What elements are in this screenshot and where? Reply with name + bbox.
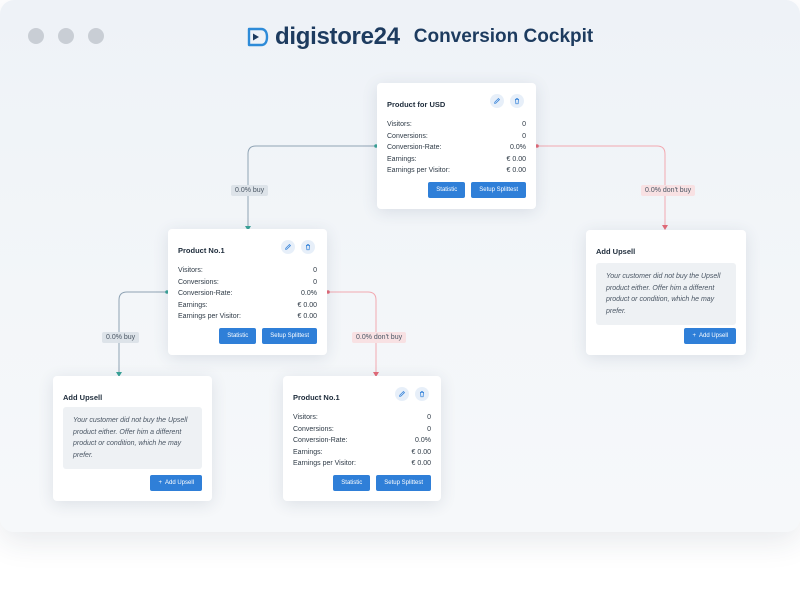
- stat-value: 0: [427, 414, 431, 421]
- card-actions: [395, 387, 429, 401]
- card-buttons: + Add Upsell: [684, 328, 736, 344]
- upsell-card-left: Add Upsell Your customer did not buy the…: [53, 376, 212, 501]
- statistic-button[interactable]: Statistic: [428, 182, 466, 198]
- statistic-button[interactable]: Statistic: [219, 328, 257, 344]
- stat-earnings: Earnings: € 0.00: [387, 154, 526, 166]
- browser-window: digistore24 Conversion Cockpit 0.0% buy …: [0, 0, 800, 532]
- stat-conversions: Conversions: 0: [387, 131, 526, 143]
- stats-list: Visitors: 0 Conversions: 0 Conversion-Rate…: [387, 119, 526, 177]
- stat-label: Earnings:: [387, 155, 417, 163]
- stat-value: € 0.00: [411, 448, 431, 456]
- stat-label: Earnings per Visitor:: [178, 313, 241, 321]
- delete-button[interactable]: [301, 240, 315, 254]
- stat-value: € 0.00: [506, 155, 526, 163]
- trash-icon: [306, 244, 310, 251]
- edit-button[interactable]: [281, 240, 295, 254]
- setup-splittest-button[interactable]: Setup Splittest: [471, 182, 526, 198]
- plus-icon: +: [692, 333, 696, 339]
- add-upsell-button[interactable]: + Add Upsell: [684, 328, 736, 344]
- pencil-icon: [494, 98, 500, 104]
- stat-label: Conversions:: [387, 132, 428, 140]
- card-buttons: Statistic Setup Splittest: [428, 182, 526, 198]
- stat-label: Conversions:: [293, 425, 334, 433]
- upsell-title: Add Upsell: [596, 247, 636, 256]
- stat-label: Visitors:: [293, 414, 318, 421]
- stat-value: 0.0%: [301, 290, 317, 298]
- pencil-icon: [285, 244, 291, 250]
- product-title: Product No.1: [178, 246, 225, 255]
- stat-value: 0: [313, 278, 317, 286]
- delete-button[interactable]: [415, 387, 429, 401]
- product-card-bottom: Product No.1 Visitors: 0 Conversions: 0 Co…: [283, 376, 441, 501]
- delete-button[interactable]: [510, 94, 524, 108]
- pencil-icon: [399, 391, 405, 397]
- stat-label: Conversions:: [178, 278, 219, 286]
- stat-value: 0: [522, 121, 526, 128]
- edit-button[interactable]: [490, 94, 504, 108]
- stat-label: Visitors:: [178, 267, 203, 274]
- upsell-message: Your customer did not buy the Upsell pro…: [63, 407, 202, 469]
- stat-value: 0.0%: [510, 144, 526, 152]
- stat-value: € 0.00: [411, 460, 431, 468]
- connector-label-buy: 0.0% buy: [102, 332, 140, 343]
- stat-label: Earnings per Visitor:: [387, 167, 450, 175]
- stat-visitors: Visitors: 0: [178, 265, 317, 277]
- stat-label: Earnings:: [178, 301, 208, 309]
- product-card-root: Product for USD Visitors: 0 Conversions: 0…: [377, 83, 536, 209]
- stat-conversion-rate: Conversion-Rate: 0.0%: [178, 288, 317, 300]
- add-upsell-label: Add Upsell: [164, 480, 194, 486]
- stat-value: 0.0%: [415, 437, 431, 445]
- stat-conversions: Conversions: 0: [293, 424, 431, 436]
- stat-earnings-per-visitor: Earnings per Visitor: € 0.00: [387, 165, 526, 177]
- stat-value: 0: [427, 425, 431, 433]
- card-actions: [490, 94, 524, 108]
- card-buttons: Statistic Setup Splittest: [333, 475, 431, 491]
- stat-earnings: Earnings: € 0.00: [178, 300, 317, 312]
- trash-icon: [515, 98, 519, 105]
- card-buttons: Statistic Setup Splittest: [219, 328, 317, 344]
- stat-visitors: Visitors: 0: [387, 119, 526, 131]
- upsell-message: Your customer did not buy the Upsell pro…: [596, 263, 736, 325]
- connector-label-dont-buy: 0.0% don't buy: [352, 332, 407, 343]
- stat-value: € 0.00: [506, 167, 526, 175]
- stat-label: Conversion-Rate:: [293, 437, 348, 445]
- stat-earnings: Earnings: € 0.00: [293, 447, 431, 459]
- stat-label: Conversion-Rate:: [387, 144, 442, 152]
- edit-button[interactable]: [395, 387, 409, 401]
- stat-label: Conversion-Rate:: [178, 290, 233, 298]
- add-upsell-button[interactable]: + Add Upsell: [150, 475, 202, 491]
- add-upsell-label: Add Upsell: [698, 333, 728, 339]
- connector-label-dont-buy: 0.0% don't buy: [641, 185, 696, 196]
- stat-value: 0: [313, 267, 317, 274]
- plus-icon: +: [158, 480, 162, 486]
- upsell-title: Add Upsell: [63, 393, 103, 402]
- stat-conversion-rate: Conversion-Rate: 0.0%: [293, 435, 431, 447]
- stat-value: € 0.00: [297, 313, 317, 321]
- stat-visitors: Visitors: 0: [293, 412, 431, 424]
- card-buttons: + Add Upsell: [150, 475, 202, 491]
- setup-splittest-button[interactable]: Setup Splittest: [376, 475, 431, 491]
- setup-splittest-button[interactable]: Setup Splittest: [262, 328, 317, 344]
- stat-earnings-per-visitor: Earnings per Visitor: € 0.00: [293, 458, 431, 470]
- card-actions: [281, 240, 315, 254]
- trash-icon: [420, 391, 424, 398]
- upsell-card-right: Add Upsell Your customer did not buy the…: [586, 230, 746, 355]
- stat-label: Visitors:: [387, 121, 412, 128]
- product-card-left: Product No.1 Visitors: 0 Conversions: 0 Co…: [168, 229, 327, 355]
- statistic-button[interactable]: Statistic: [333, 475, 371, 491]
- stats-list: Visitors: 0 Conversions: 0 Conversion-Rate…: [178, 265, 317, 323]
- stat-label: Earnings:: [293, 448, 323, 456]
- stat-label: Earnings per Visitor:: [293, 460, 356, 468]
- connector-label-buy: 0.0% buy: [231, 185, 269, 196]
- stat-conversion-rate: Conversion-Rate: 0.0%: [387, 142, 526, 154]
- stats-list: Visitors: 0 Conversions: 0 Conversion-Rate…: [293, 412, 431, 470]
- stat-earnings-per-visitor: Earnings per Visitor: € 0.00: [178, 311, 317, 323]
- product-title: Product for USD: [387, 100, 446, 109]
- product-title: Product No.1: [293, 393, 340, 402]
- stat-value: € 0.00: [297, 301, 317, 309]
- stat-conversions: Conversions: 0: [178, 277, 317, 289]
- stat-value: 0: [522, 132, 526, 140]
